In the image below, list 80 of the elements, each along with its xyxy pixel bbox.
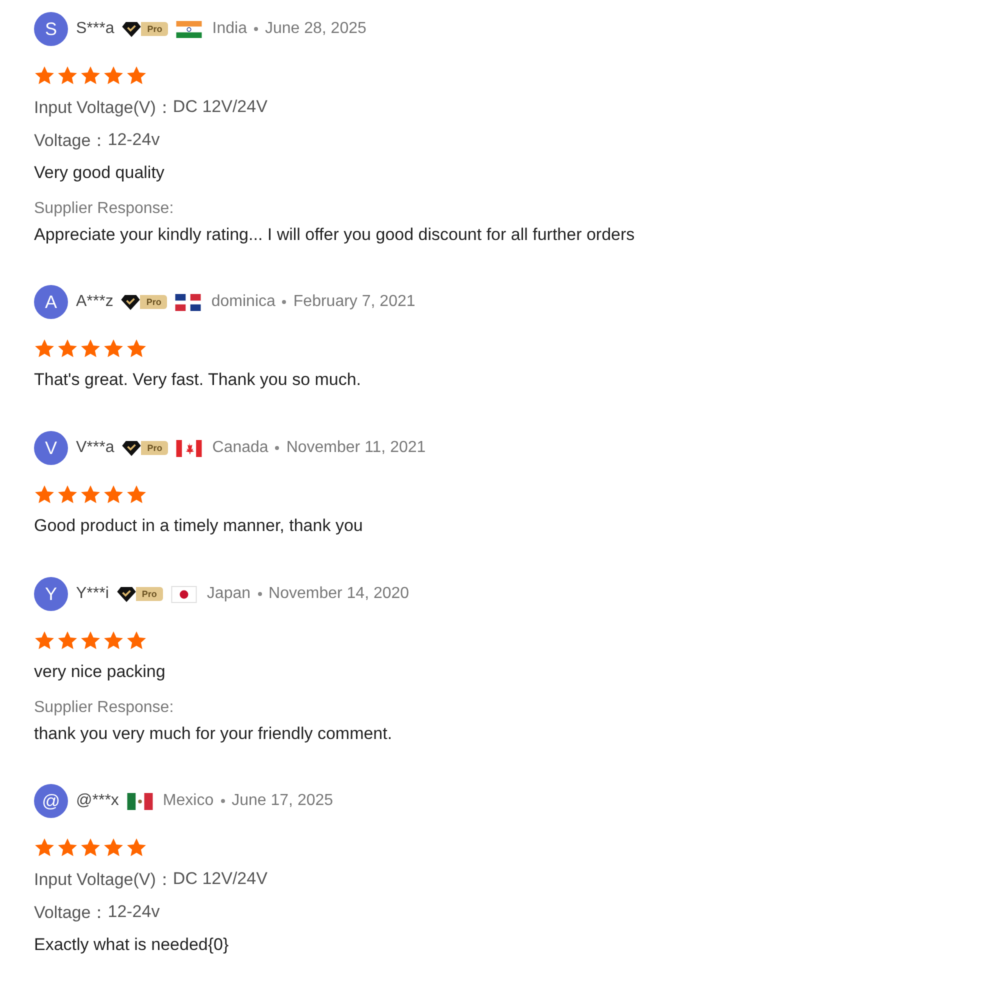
star-icon: [126, 836, 147, 858]
pro-badge: Pro: [141, 441, 168, 455]
reviewer-name: Y***i: [76, 585, 109, 603]
user-avatar: Y: [34, 577, 68, 611]
review-text: Good product in a timely manner, thank you: [34, 515, 364, 537]
reviewer-name: A***z: [76, 293, 114, 311]
star-icon: [80, 836, 101, 858]
spec-value: DC 12V/24V: [172, 97, 268, 117]
user-avatar: @: [34, 784, 68, 818]
separator-dot: [282, 300, 286, 304]
star-icon: [126, 64, 147, 86]
star-icon: [34, 836, 55, 858]
separator-dot: [275, 446, 280, 450]
flag-icon: [170, 586, 197, 602]
review-date: June 17, 2025: [232, 792, 334, 810]
response-text: thank you very much for your friendly comment.: [34, 723, 394, 745]
spec-label: Input Voltage(V)：: [34, 96, 173, 118]
star-icon: [34, 630, 55, 650]
star-icon: [80, 484, 101, 504]
star-icon: [34, 484, 55, 504]
star-icon: [126, 484, 147, 504]
star-icon: [80, 64, 101, 86]
star-icon: [57, 484, 78, 504]
reviewer-name: V***a: [76, 439, 114, 457]
star-icon: [80, 338, 101, 358]
star-icon: [34, 338, 55, 358]
reviewer-name: @***x: [76, 792, 119, 810]
star-icon: [34, 64, 55, 86]
star-icon: [57, 836, 78, 858]
star-icon: [126, 630, 147, 650]
star-icon: [103, 64, 124, 86]
star-icon: [103, 484, 124, 504]
diamond-check-icon: [122, 440, 142, 456]
flag-icon: [176, 20, 202, 38]
spec-label: Input Voltage(V)：: [34, 868, 173, 890]
country-label: dominica: [211, 293, 276, 311]
review-text: Exactly what is needed{0}: [34, 934, 230, 956]
diamond-check-icon: [116, 586, 136, 602]
flag-icon: [175, 294, 202, 310]
review-text: That's great. Very fast. Thank you so much.: [34, 369, 362, 391]
user-avatar: S: [34, 12, 68, 46]
reviewer-name: S***a: [76, 20, 114, 38]
star-icon: [57, 630, 78, 650]
flag-icon: [126, 792, 153, 810]
country-label: Japan: [206, 585, 251, 603]
response-label: Supplier Response:: [34, 698, 175, 718]
spec-value: DC 12V/24V: [172, 869, 268, 889]
spec-label: Voltage：: [34, 902, 108, 924]
star-icon: [103, 630, 124, 650]
review-date: June 28, 2025: [264, 20, 366, 38]
review-date: November 14, 2020: [268, 585, 410, 603]
user-avatar: A: [34, 285, 68, 319]
pro-badge: Pro: [136, 587, 163, 601]
spec-value: 12-24v: [108, 130, 160, 150]
review-text: very nice packing: [34, 661, 166, 683]
star-icon: [103, 338, 124, 358]
country-label: Canada: [212, 439, 268, 457]
star-icon: [103, 836, 124, 858]
spec-value: 12-24v: [108, 902, 160, 922]
flag-icon: [176, 440, 202, 456]
separator-dot: [258, 592, 262, 596]
pro-badge: Pro: [140, 295, 168, 309]
pro-badge: Pro: [141, 22, 168, 36]
star-icon: [57, 64, 78, 86]
country-label: Mexico: [162, 792, 214, 810]
star-icon: [80, 630, 101, 650]
star-icon: [126, 338, 147, 358]
review-text: Very good quality: [34, 162, 166, 184]
separator-dot: [220, 799, 225, 803]
response-text: Appreciate your kindly rating... I will offer you good discount for all further orders: [34, 224, 636, 246]
spec-label: Voltage：: [34, 130, 108, 152]
diamond-check-icon: [122, 22, 142, 36]
country-label: India: [212, 20, 247, 38]
star-icon: [57, 338, 78, 358]
review-date: February 7, 2021: [293, 293, 416, 311]
user-avatar: V: [34, 431, 68, 465]
response-label: Supplier Response:: [34, 199, 175, 219]
review-date: November 11, 2021: [286, 439, 426, 457]
separator-dot: [254, 27, 258, 31]
diamond-check-icon: [121, 294, 140, 310]
